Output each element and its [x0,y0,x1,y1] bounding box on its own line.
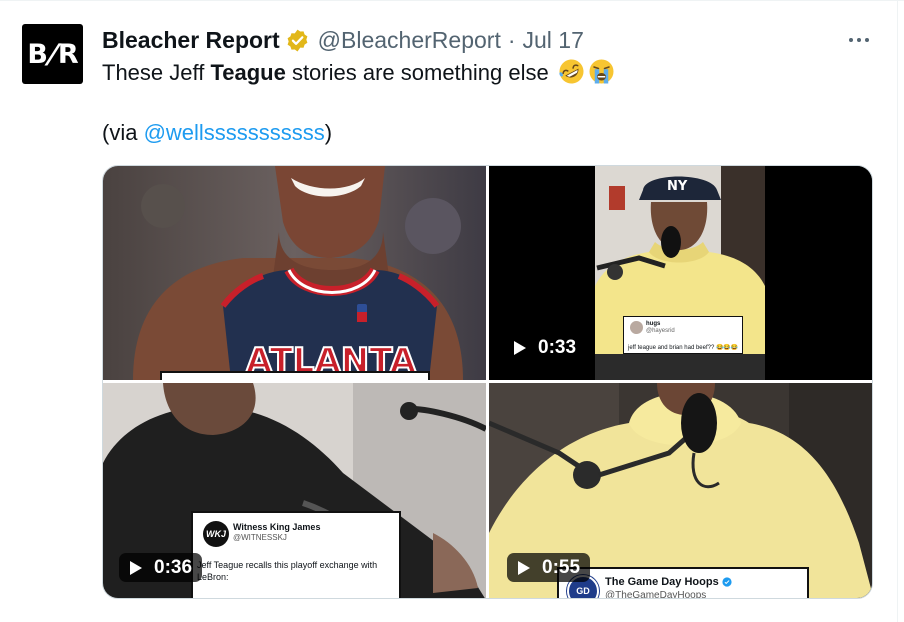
tweet-text-part-2: stories are something else [285,60,555,85]
author-display-name[interactable]: Bleacher Report [102,27,280,54]
card-handle: @hayesrid [646,328,675,334]
author-handle[interactable]: @BleacherReport [318,27,501,54]
loudly-crying-emoji [589,59,614,84]
media-grid: ATLANTA NY hugs @hayesrid jeff teague an… [102,165,873,599]
more-options-icon[interactable] [846,34,872,46]
card-verified-icon [722,577,732,587]
card-avatar [630,321,643,334]
tweet-date[interactable]: Jul 17 [523,27,584,54]
play-icon [518,560,530,575]
media-video-2[interactable]: WKJ Witness King James @WITNESSKJ Jeff T… [103,383,486,598]
via-prefix: (via [102,120,144,145]
card-handle: @TheGameDayHoops [605,590,707,599]
top-divider [0,0,904,1]
author-avatar[interactable]: B / R [22,24,83,84]
avatar-letter-r: R [57,38,79,70]
rolling-on-floor-laughing-emoji [559,59,584,84]
cap-logo: NY [667,179,688,194]
media-video-3[interactable]: GD The Game Day Hoops @TheGameDayHoops 0… [489,383,872,599]
mention-link[interactable]: @wellsssssssssss [144,120,325,145]
tweet-text-part-1: These Jeff [102,60,211,85]
header-separator: · [507,26,516,53]
video-duration-badge[interactable]: 0:33 [503,333,586,362]
card-text: Jeff Teague recalls this playoff exchang… [197,560,378,582]
video-duration-badge[interactable]: 0:36 [119,553,203,582]
video-duration: 0:55 [542,556,581,578]
via-suffix: ) [324,120,333,145]
card-handle: @WITNESSKJ [233,533,287,542]
play-icon [130,560,142,575]
tweet-text-line-2: (via @wellsssssssssss) [102,118,842,148]
video-duration: 0:36 [154,556,193,578]
card-name: The Game Day Hoops [605,576,719,588]
tweet-card-overlay: GD The Game Day Hoops @TheGameDayHoops [557,567,809,599]
card-name: Witness King James [233,522,321,532]
card-logo: WKJ [203,521,229,547]
media-photo[interactable]: ATLANTA [103,166,486,380]
verified-badge-icon[interactable] [285,28,310,53]
video-duration-badge[interactable]: 0:55 [507,553,591,582]
tweet-card-overlay: hugs @hayesrid jeff teague and brian had… [623,316,743,354]
card-name-row: The Game Day Hoops [605,576,732,588]
tweet-text-bold: Teague [210,60,286,85]
card-username: hugs [646,321,661,327]
tweet-text: These Jeff Teague stories are something … [102,58,842,148]
tweet-card-overlay: WKJ Witness King James @WITNESSKJ Jeff T… [191,511,401,598]
tweet-text-line-1: These Jeff Teague stories are something … [102,58,842,88]
photo-player-smiling: ATLANTA [103,166,486,380]
tweet-header: Bleacher Report @BleacherReport · Jul 17 [102,26,584,54]
media-video-1[interactable]: NY hugs @hayesrid jeff teague and brian … [489,166,872,380]
card-text: jeff teague and brian had beef?? 😂😂😂 [628,345,739,351]
video-duration: 0:33 [538,336,577,358]
play-icon [514,340,526,355]
timeline-right-border [897,0,898,622]
